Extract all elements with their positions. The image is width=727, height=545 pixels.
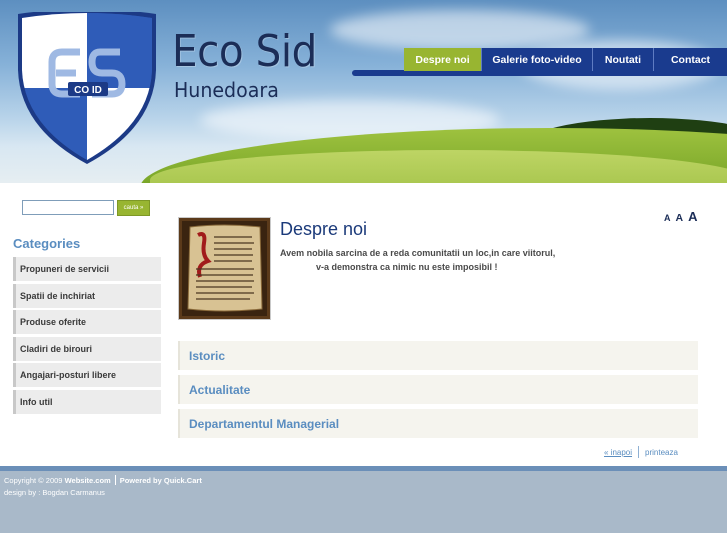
design-credit: design by : Bogdan Carmanus <box>4 488 105 497</box>
main-nav: Despre noi Galerie foto-video Noutati Co… <box>404 48 727 71</box>
page-actions: « inapoi printeaza <box>604 446 678 458</box>
manuscript-thumbnail <box>178 217 271 320</box>
category-angajari-posturi-libere[interactable]: Angajari-posturi libere <box>13 363 161 388</box>
divider <box>114 475 116 485</box>
intro-line-1: Avem nobila sarcina de a reda comunitati… <box>280 248 556 258</box>
manuscript-image <box>182 221 267 316</box>
section-istoric[interactable]: Istoric <box>178 341 698 370</box>
nav-galerie-foto-video[interactable]: Galerie foto-video <box>481 48 592 71</box>
search-input[interactable] <box>22 200 114 215</box>
logo-sub-text: CO ID <box>74 85 102 96</box>
print-link[interactable]: printeaza <box>645 448 678 457</box>
header-banner: CO ID Eco Sid Hunedoara Despre noi Galer… <box>0 0 727 183</box>
category-cladiri-de-birouri[interactable]: Cladiri de birouri <box>13 336 161 361</box>
page-title: Despre noi <box>280 219 368 239</box>
categories-title: Categories <box>13 236 81 251</box>
font-size-medium-button[interactable]: A <box>676 212 684 224</box>
intro-line-2: v-a demonstra ca nimic nu este imposibil… <box>316 262 498 272</box>
back-link[interactable]: « inapoi <box>604 448 632 457</box>
footer: Copyright © 2009 Website.com Powered by … <box>0 471 727 533</box>
brand-subtitle: Hunedoara <box>174 78 279 102</box>
section-departamentul-managerial[interactable]: Departamentul Managerial <box>178 409 698 438</box>
brand-title: Eco Sid <box>172 26 317 77</box>
category-propuneri-de-servicii[interactable]: Propuneri de servicii <box>13 257 161 281</box>
section-actualitate[interactable]: Actualitate <box>178 375 698 404</box>
nav-despre-noi[interactable]: Despre noi <box>404 48 481 71</box>
category-produse-oferite[interactable]: Produse oferite <box>13 310 161 335</box>
eco-sid-logo-shield[interactable]: CO ID <box>16 12 158 164</box>
intro-text: Avem nobila sarcina de a reda comunitati… <box>280 246 600 274</box>
nav-contact[interactable]: Contact <box>653 48 727 71</box>
copyright-text: Copyright © 2009 <box>4 475 63 485</box>
font-size-controls: A A A <box>664 209 697 224</box>
divider <box>638 446 640 458</box>
font-size-small-button[interactable]: A <box>664 213 671 223</box>
search-button[interactable]: cauta » <box>117 200 150 216</box>
footer-copyright-line: Copyright © 2009 Website.com Powered by … <box>4 475 202 485</box>
category-list: Propuneri de servicii Spatii de inchiria… <box>13 257 161 417</box>
powered-by-link[interactable]: Powered by Quick.Cart <box>120 476 202 485</box>
category-spatii-de-inchiriat[interactable]: Spatii de inchiriat <box>13 283 161 308</box>
website-link[interactable]: Website.com <box>65 476 111 485</box>
font-size-large-button[interactable]: A <box>688 209 697 224</box>
nav-noutati[interactable]: Noutati <box>592 48 653 71</box>
category-info-util[interactable]: Info util <box>13 389 161 414</box>
cloud <box>330 10 590 50</box>
